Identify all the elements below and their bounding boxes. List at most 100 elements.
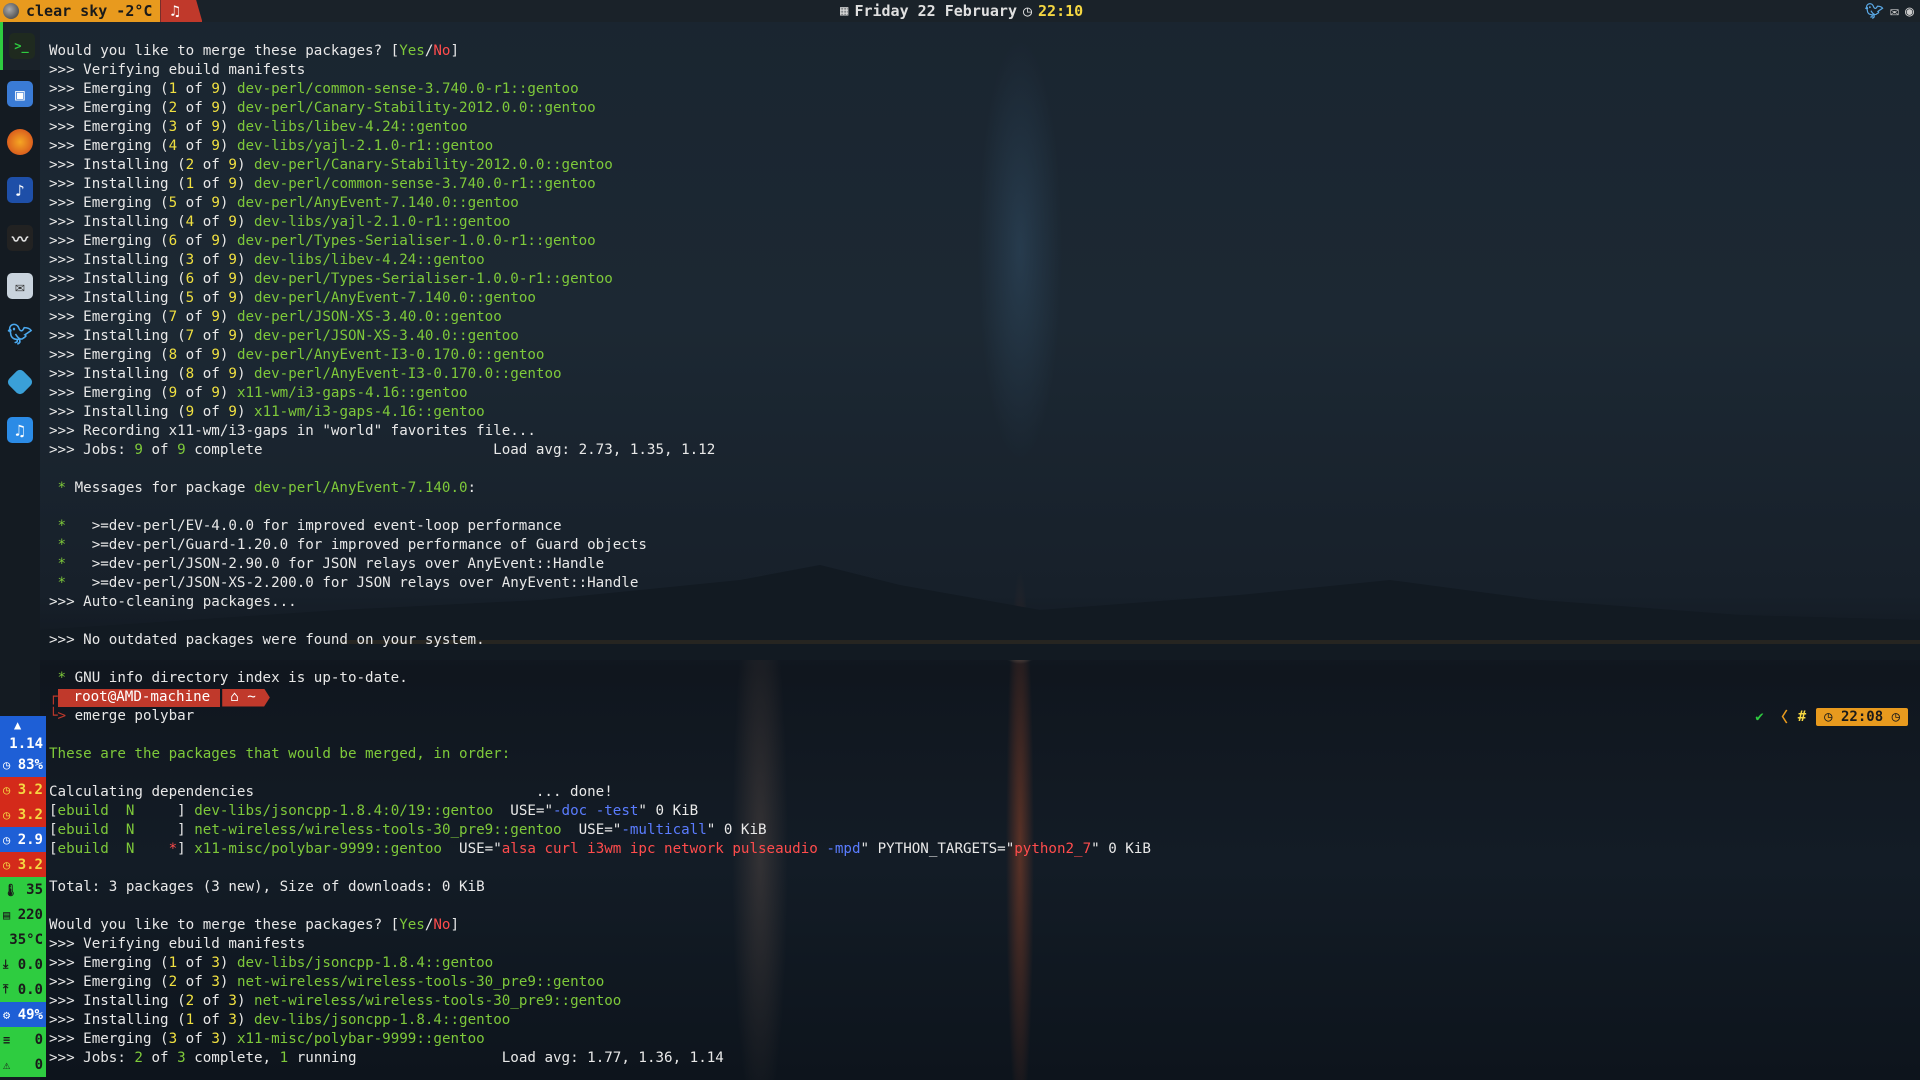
stat-item: ◷ 2.9 [0, 827, 46, 852]
dock-kodi[interactable] [0, 358, 40, 406]
prompt-directory: ⌂ ~ [222, 688, 270, 707]
terminal-line: >>> Emerging (1 of 3) dev-libs/jsoncpp-1… [49, 954, 1909, 973]
terminal-text: -mpd [826, 841, 861, 857]
dock-mail[interactable]: ✉ [0, 262, 40, 310]
terminal-text: 9 [134, 442, 143, 458]
terminal-text: >>> Emerging ( [49, 100, 169, 116]
terminal-text: ) [219, 385, 237, 401]
terminal-text: " 0 KiB [706, 822, 767, 838]
stat-value: 1.14 [9, 736, 43, 752]
terminal-text: 7 [185, 328, 195, 344]
terminal-text: 3 [211, 955, 220, 971]
terminal-text: of [177, 81, 212, 97]
terminal-text: 5 [168, 195, 178, 211]
terminal-text: 9 [228, 290, 237, 306]
terminal-text: >>> Installing ( [49, 214, 186, 230]
terminal-output[interactable]: Would you like to merge these packages? … [49, 42, 1909, 1068]
terminal-line: * GNU info directory index is up-to-date… [49, 669, 1909, 688]
terminal-text: USE=" [561, 822, 622, 838]
terminal-text: 6 [185, 271, 195, 287]
download-icon: ⤓ [3, 957, 9, 971]
twitter-icon[interactable]: 🐦︎ [1865, 2, 1884, 20]
terminal-line: >>> Auto-cleaning packages... [49, 593, 1909, 612]
terminal-text: 6 [168, 233, 178, 249]
terminal-text: 9 [168, 385, 178, 401]
dock-twitter[interactable]: 🐦︎ [0, 310, 40, 358]
root-symbol: # [1797, 709, 1807, 725]
terminal-line: >>> Emerging (3 of 9) dev-libs/libev-4.2… [49, 118, 1909, 137]
terminal-text: >=dev-perl/EV-4.0.0 for improved event-l… [66, 518, 562, 534]
terminal-line: These are the packages that would be mer… [49, 745, 1909, 764]
terminal-text: Would you like to merge these packages? … [49, 917, 400, 933]
terminal-text: USE=" [493, 803, 553, 819]
terminal-text: net-wireless/wireless-tools-30_pre9::gen… [254, 993, 622, 1009]
terminal-text: Total: 3 packages (3 new), Size of downl… [49, 879, 485, 895]
terminal-text: dev-libs/jsoncpp-1.8.4::gentoo [236, 955, 494, 971]
terminal-text: 9 [228, 328, 237, 344]
firefox-icon [7, 129, 33, 155]
terminal-text: 2 [168, 100, 178, 116]
terminal-text: ) [219, 974, 237, 990]
mail-icon[interactable]: ✉ [1890, 2, 1899, 20]
terminal-text: complete, [185, 1050, 280, 1066]
music-note-icon: ♫ [170, 2, 180, 20]
terminal-text: x11-misc/polybar-9999::gentoo [236, 1031, 485, 1047]
terminal-text: Would you like to merge these packages? … [49, 43, 400, 59]
top-status-bar: clear sky -2°C ♫ ▦ Friday 22 February ◷ … [0, 0, 1920, 22]
dock-itunes[interactable]: ♫ [0, 406, 40, 454]
stat-item: ▲ 1.14 [0, 716, 46, 752]
dock-files[interactable]: ▣ [0, 70, 40, 118]
steam-icon[interactable]: ◉ [1905, 2, 1914, 20]
terminal-text: 2 [168, 974, 178, 990]
terminal-text: ) [236, 366, 255, 382]
terminal-line: >>> Installing (1 of 3) dev-libs/jsoncpp… [49, 1011, 1909, 1030]
terminal-text: 9 [211, 81, 220, 97]
clock-icon: ◷ [3, 782, 11, 797]
stat-value: 83% [17, 756, 43, 773]
dock-mixer[interactable]: 〰 [0, 214, 40, 262]
kodi-icon [5, 367, 35, 397]
music-widget[interactable]: ♫ [160, 0, 203, 22]
weather-widget[interactable]: clear sky -2°C [0, 0, 161, 22]
stat-value: 49% [17, 1006, 43, 1023]
stat-value: 220 [17, 906, 43, 923]
terminal-line: * >=dev-perl/JSON-2.90.0 for JSON relays… [49, 555, 1909, 574]
terminal-text: 9 [228, 214, 237, 230]
terminal-text: ) [219, 309, 237, 325]
weather-orb-icon [3, 3, 19, 19]
clock-icon: ◷ [3, 832, 11, 847]
terminal-text: of [177, 195, 212, 211]
terminal-text: >>> Emerging ( [49, 1031, 169, 1047]
chevron-left-icon: 〈 [1773, 710, 1788, 726]
terminal-text: >>> Emerging ( [49, 195, 169, 211]
prompt-time: 22:08 [1840, 709, 1884, 725]
terminal-text: Yes [399, 43, 425, 59]
terminal-line: * >=dev-perl/JSON-XS-2.200.0 for JSON re… [49, 574, 1909, 593]
terminal-line: ┌ root@AMD-machine ⌂ ~ [49, 688, 1909, 707]
stat-value: 3.2 [17, 781, 43, 798]
clock-widget[interactable]: ▦ Friday 22 February ◷ 22:10 [840, 0, 1083, 22]
terminal-text: x11-wm/i3-gaps-4.16::gentoo [236, 385, 468, 401]
terminal-text: net-wireless/wireless-tools-30_pre9::gen… [194, 822, 562, 838]
dock-music-player[interactable]: ♪ [0, 166, 40, 214]
terminal-text: 1 [279, 1050, 289, 1066]
dock-terminal[interactable]: >_ [0, 22, 40, 70]
terminal-text: dev-libs/yajl-2.1.0-r1::gentoo [236, 138, 494, 154]
upload-icon: ⤒ [3, 982, 9, 996]
terminal-text: alsa curl i3wm ipc network pulseaudio [501, 841, 827, 857]
terminal-line: [ebuild N ] net-wireless/wireless-tools-… [49, 821, 1909, 840]
terminal-text: * [49, 537, 67, 553]
terminal-line: [ebuild N ] dev-libs/jsoncpp-1.8.4:0/19:… [49, 802, 1909, 821]
terminal-text: 9 [228, 252, 237, 268]
terminal-text: of [194, 252, 229, 268]
terminal-line: >>> Emerging (1 of 9) dev-perl/common-se… [49, 80, 1909, 99]
dock-firefox[interactable] [0, 118, 40, 166]
terminal-text: 3 [185, 252, 195, 268]
terminal-line: >>> Jobs: 9 of 9 complete Load avg: 2.73… [49, 441, 1909, 460]
folder-icon: ▣ [7, 81, 33, 107]
terminal-line: └> emerge polybar [49, 707, 1909, 726]
terminal-line: >>> Installing (9 of 9) x11-wm/i3-gaps-4… [49, 403, 1909, 422]
terminal-text: 9 [211, 100, 220, 116]
terminal-line: >>> Emerging (7 of 9) dev-perl/JSON-XS-3… [49, 308, 1909, 327]
terminal-text: >=dev-perl/JSON-XS-2.200.0 for JSON rela… [66, 575, 639, 591]
